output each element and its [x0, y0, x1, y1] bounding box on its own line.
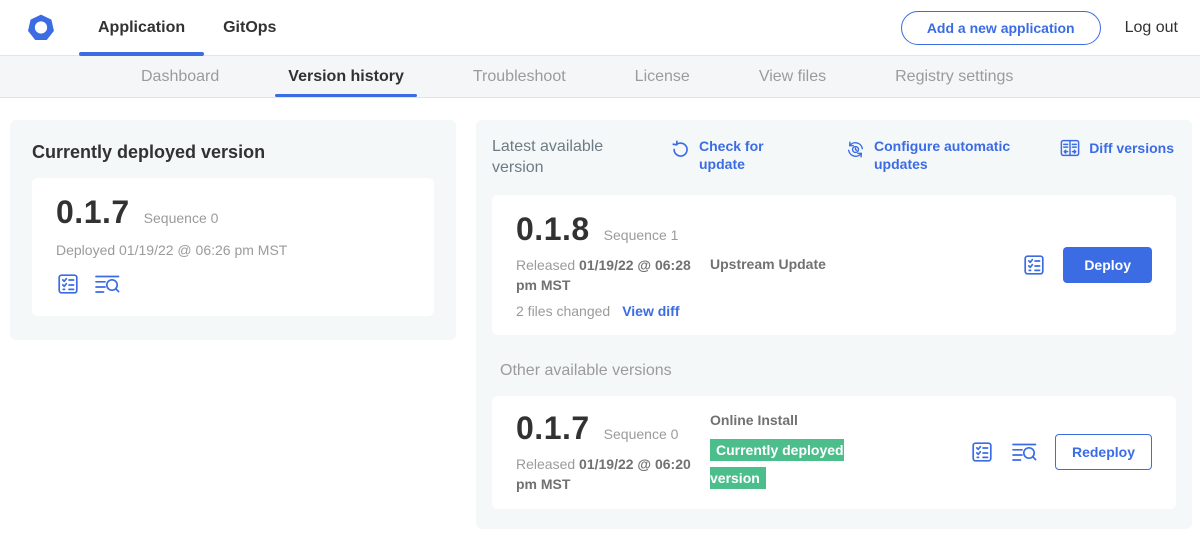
- deploy-button[interactable]: Deploy: [1063, 247, 1152, 283]
- deployed-timestamp: Deployed 01/19/22 @ 06:26 pm MST: [56, 242, 410, 258]
- deploy-logs-icon[interactable]: [1011, 440, 1038, 464]
- app-logo-icon: [25, 12, 57, 44]
- files-changed-count: 2 files changed: [516, 303, 610, 319]
- top-navbar: Application GitOps Add a new application…: [0, 0, 1200, 56]
- configure-automatic-updates-button[interactable]: Configure automatic updates: [845, 137, 1024, 173]
- diff-versions-icon: [1059, 137, 1081, 159]
- version-source-label: Upstream Update: [710, 256, 826, 272]
- version-config-icon[interactable]: [56, 272, 80, 296]
- latest-version-number: 0.1.8: [516, 211, 590, 248]
- tab-application-label: Application: [98, 19, 185, 37]
- deploy-logs-icon[interactable]: [94, 272, 121, 296]
- currently-deployed-panel: Currently deployed version 0.1.7 Sequenc…: [10, 120, 456, 340]
- check-for-update-button[interactable]: Check for update: [670, 137, 773, 173]
- subnav-item-registry-settings[interactable]: Registry settings: [895, 56, 1013, 97]
- tab-gitops[interactable]: GitOps: [204, 0, 295, 55]
- version-history-page: Currently deployed version 0.1.7 Sequenc…: [0, 98, 1200, 529]
- logout-link[interactable]: Log out: [1125, 19, 1184, 37]
- auto-update-icon: [845, 137, 866, 160]
- redeploy-button[interactable]: Redeploy: [1055, 434, 1152, 470]
- deployed-version-number: 0.1.7: [56, 194, 130, 231]
- subnav-item-license[interactable]: License: [635, 56, 690, 97]
- other-version-number: 0.1.7: [516, 410, 590, 447]
- add-new-application-button[interactable]: Add a new application: [901, 11, 1101, 45]
- other-sequence-label: Sequence 0: [604, 426, 679, 442]
- deployed-version-card: 0.1.7 Sequence 0 Deployed 01/19/22 @ 06:…: [32, 178, 434, 316]
- version-config-icon[interactable]: [1022, 253, 1046, 277]
- latest-sequence-label: Sequence 1: [604, 227, 679, 243]
- latest-available-title: Latest available version: [492, 137, 644, 179]
- version-config-icon[interactable]: [970, 440, 994, 464]
- view-diff-link[interactable]: View diff: [622, 303, 679, 319]
- top-tabs: Application GitOps: [79, 0, 295, 55]
- subnav-item-version-history[interactable]: Version history: [288, 56, 404, 97]
- subnav-item-dashboard[interactable]: Dashboard: [141, 56, 219, 97]
- app-subnav: Dashboard Version history Troubleshoot L…: [0, 56, 1200, 98]
- other-versions-title: Other available versions: [500, 362, 1176, 380]
- other-released-timestamp: Released 01/19/22 @ 06:20 pm MST: [516, 454, 704, 495]
- subnav-item-view-files[interactable]: View files: [759, 56, 826, 97]
- subnav-item-troubleshoot[interactable]: Troubleshoot: [473, 56, 566, 97]
- version-row-other: 0.1.7 Sequence 0 Released 01/19/22 @ 06:…: [492, 396, 1176, 509]
- latest-released-timestamp: Released 01/19/22 @ 06:28 pm MST: [516, 255, 704, 296]
- version-source-label: Online Install: [710, 412, 970, 428]
- tab-gitops-label: GitOps: [223, 19, 276, 37]
- diff-versions-button[interactable]: Diff versions: [1059, 137, 1174, 159]
- latest-available-panel: Latest available version Check for updat…: [476, 120, 1192, 529]
- tab-application[interactable]: Application: [79, 0, 204, 55]
- refresh-icon: [670, 137, 691, 160]
- currently-deployed-title: Currently deployed version: [32, 142, 434, 163]
- deployed-sequence-label: Sequence 0: [144, 210, 219, 226]
- topbar-right: Add a new application Log out: [901, 11, 1184, 45]
- version-row-latest: 0.1.8 Sequence 1 Released 01/19/22 @ 06:…: [492, 195, 1176, 336]
- currently-deployed-badge: Currently deployed version: [710, 439, 844, 489]
